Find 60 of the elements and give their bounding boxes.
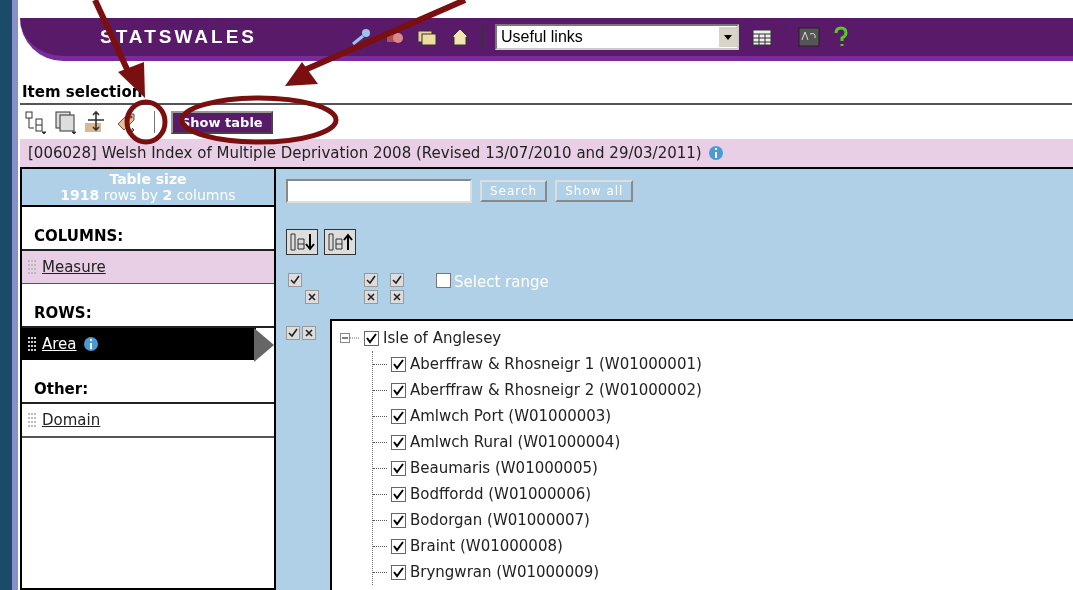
- drag-handle-icon[interactable]: [28, 259, 36, 275]
- tree-item-label[interactable]: Aberffraw & Rhosneigr 1 (W01000001): [410, 355, 702, 373]
- tree-checkbox[interactable]: [391, 356, 406, 372]
- tree-item-label[interactable]: Amlwch Rural (W01000004): [410, 433, 621, 451]
- dataset-title: [006028] Welsh Index of Multiple Deprivation 2008 (Revised 13/07/2010 and 29/03/2011): [28, 144, 702, 162]
- tree-checkbox[interactable]: [391, 486, 406, 502]
- spellcheck-icon[interactable]: [798, 26, 820, 48]
- check-all-icon[interactable]: [390, 273, 404, 287]
- dimension-item[interactable]: Measure: [22, 251, 274, 284]
- dimension-item[interactable]: Domain: [22, 404, 274, 438]
- info-icon[interactable]: [82, 336, 99, 352]
- pages-icon[interactable]: [54, 110, 78, 134]
- tree-item-label[interactable]: Bodorgan (W01000007): [410, 511, 590, 529]
- tree-checkbox[interactable]: [391, 434, 406, 450]
- check-all-icon[interactable]: [288, 273, 302, 287]
- key-icon[interactable]: [350, 28, 372, 46]
- tree-checkbox[interactable]: [364, 330, 379, 346]
- help-icon[interactable]: [832, 26, 850, 48]
- tree-checkbox[interactable]: [391, 382, 406, 398]
- group-heading: Other:: [22, 374, 274, 404]
- drag-handle-icon[interactable]: [28, 336, 36, 352]
- sort-up-icon[interactable]: [324, 229, 356, 255]
- tree-item-label[interactable]: Amlwch Port (W01000003): [410, 407, 612, 425]
- search-field[interactable]: [286, 179, 472, 203]
- pointer-icon: [254, 328, 274, 362]
- tree-item-label[interactable]: Isle of Anglesey: [383, 329, 502, 347]
- table-icon[interactable]: [751, 27, 773, 47]
- uncheck-all-icon[interactable]: [305, 290, 319, 304]
- uncheck-all-icon[interactable]: [390, 290, 404, 304]
- tree-checkbox[interactable]: [391, 512, 406, 528]
- drag-handle-icon[interactable]: [28, 412, 36, 428]
- tree-item-label[interactable]: Aberffraw & Rhosneigr 2 (W01000002): [410, 381, 702, 399]
- links-dropdown[interactable]: Useful links: [495, 24, 739, 50]
- annotation-ellipse: [124, 99, 168, 145]
- tree-item-label[interactable]: Bryngwran (W01000009): [410, 563, 600, 581]
- check-all-icon[interactable]: [364, 273, 378, 287]
- tree-toggle-icon[interactable]: [340, 332, 360, 344]
- select-range-checkbox[interactable]: [436, 273, 451, 288]
- caret-icon[interactable]: [719, 27, 737, 47]
- dimension-link[interactable]: Domain: [42, 411, 101, 429]
- check-all-icon[interactable]: [286, 326, 300, 340]
- site-logo[interactable]: STATSWALES: [100, 26, 350, 48]
- tree-item-label[interactable]: Braint (W01000008): [410, 537, 563, 555]
- tree-item-label[interactable]: Beaumaris (W01000005): [410, 459, 598, 477]
- tree-layout-icon[interactable]: [24, 110, 48, 134]
- sort-down-icon[interactable]: [286, 229, 318, 255]
- dimension-link[interactable]: Measure: [42, 258, 106, 276]
- table-size-title: Table size: [108, 171, 188, 187]
- tree-checkbox[interactable]: [391, 460, 406, 476]
- folder-icon[interactable]: [416, 28, 438, 46]
- tree-checkbox[interactable]: [391, 564, 406, 580]
- uncheck-all-icon[interactable]: [364, 290, 378, 304]
- tree-checkbox[interactable]: [391, 538, 406, 554]
- tree-item-label[interactable]: Bodffordd (W01000006): [410, 485, 592, 503]
- select-range-label: Select range: [454, 273, 549, 291]
- dimension-link[interactable]: Area: [42, 335, 77, 353]
- tree-checkbox[interactable]: [391, 408, 406, 424]
- table-size-text: 1918 rows by 2 columns: [59, 187, 237, 203]
- home-icon[interactable]: [450, 27, 470, 47]
- uncheck-all-icon[interactable]: [302, 326, 316, 340]
